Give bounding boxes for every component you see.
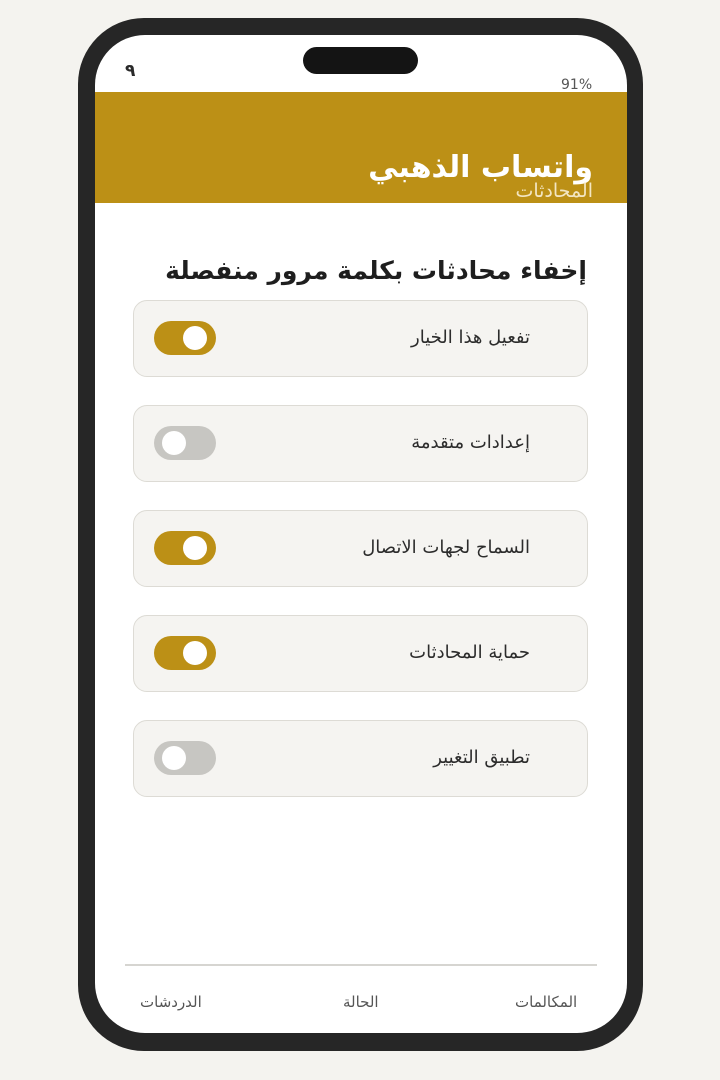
- toggle-knob: [183, 326, 207, 350]
- nav-calls[interactable]: المكالمات: [515, 993, 577, 1011]
- setting-label: حماية المحادثات: [409, 642, 530, 663]
- setting-label: السماح لجهات الاتصال: [362, 537, 530, 558]
- toggle-switch[interactable]: [154, 426, 216, 460]
- toggle-switch[interactable]: [154, 531, 216, 565]
- phone-screen: ٩ 91% واتساب الذهبي المحادثات إخفاء محاد…: [95, 35, 627, 1033]
- dynamic-island: [303, 47, 418, 74]
- battery-percentage: 91%: [561, 77, 593, 93]
- toggle-switch[interactable]: [154, 636, 216, 670]
- setting-row-protect-chats[interactable]: حماية المحادثات: [133, 615, 588, 692]
- toggle-knob: [162, 746, 186, 770]
- tab-chats[interactable]: المحادثات: [515, 180, 593, 202]
- nav-chats[interactable]: الدردشات: [140, 993, 202, 1011]
- setting-row-enable-option[interactable]: تفعيل هذا الخيار: [133, 300, 588, 377]
- toggle-switch[interactable]: [154, 741, 216, 775]
- status-time: ٩: [125, 61, 136, 81]
- toggle-knob: [162, 431, 186, 455]
- setting-row-advanced-settings[interactable]: إعدادات متقدمة: [133, 405, 588, 482]
- toggle-switch[interactable]: [154, 321, 216, 355]
- setting-row-apply-change[interactable]: تطبيق التغيير: [133, 720, 588, 797]
- setting-label: تفعيل هذا الخيار: [411, 327, 530, 348]
- section-title: إخفاء محادثات بكلمة مرور منفصلة: [165, 256, 587, 285]
- setting-label: تطبيق التغيير: [433, 747, 530, 768]
- nav-status[interactable]: الحالة: [343, 993, 379, 1011]
- bottom-nav-divider: [125, 964, 597, 966]
- toggle-knob: [183, 536, 207, 560]
- setting-row-allow-contacts[interactable]: السماح لجهات الاتصال: [133, 510, 588, 587]
- setting-label: إعدادات متقدمة: [411, 432, 530, 453]
- toggle-knob: [183, 641, 207, 665]
- app-header: واتساب الذهبي المحادثات: [95, 92, 627, 203]
